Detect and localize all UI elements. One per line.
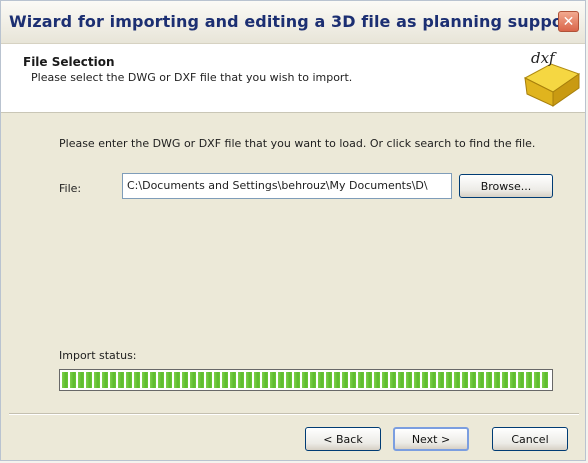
file-label: File:	[59, 182, 82, 195]
close-button[interactable]: ✕	[558, 11, 579, 32]
page-title: File Selection	[23, 55, 115, 69]
footer-divider	[9, 413, 579, 415]
dxf-folder-icon: dxf	[523, 49, 581, 107]
progress-fill	[62, 372, 550, 388]
back-button[interactable]: < Back	[305, 427, 381, 451]
import-progress-bar	[59, 369, 553, 391]
wizard-header: File Selection Please select the DWG or …	[1, 44, 585, 113]
file-path-input[interactable]: C:\Documents and Settings\behrouz\My Doc…	[122, 173, 452, 199]
dxf-icon-text: dxf	[531, 49, 557, 67]
close-icon: ✕	[562, 14, 575, 30]
file-path-value: C:\Documents and Settings\behrouz\My Doc…	[127, 179, 428, 192]
wizard-window: Wizard for importing and editing a 3D fi…	[0, 0, 586, 461]
cancel-button[interactable]: Cancel	[492, 427, 568, 451]
import-status-label: Import status:	[59, 349, 137, 362]
page-subtitle: Please select the DWG or DXF file that y…	[31, 71, 353, 84]
next-button[interactable]: Next >	[393, 427, 469, 451]
instruction-text: Please enter the DWG or DXF file that yo…	[59, 137, 536, 150]
browse-button[interactable]: Browse...	[459, 174, 553, 198]
window-title: Wizard for importing and editing a 3D fi…	[9, 12, 579, 31]
title-bar[interactable]: Wizard for importing and editing a 3D fi…	[1, 1, 585, 44]
